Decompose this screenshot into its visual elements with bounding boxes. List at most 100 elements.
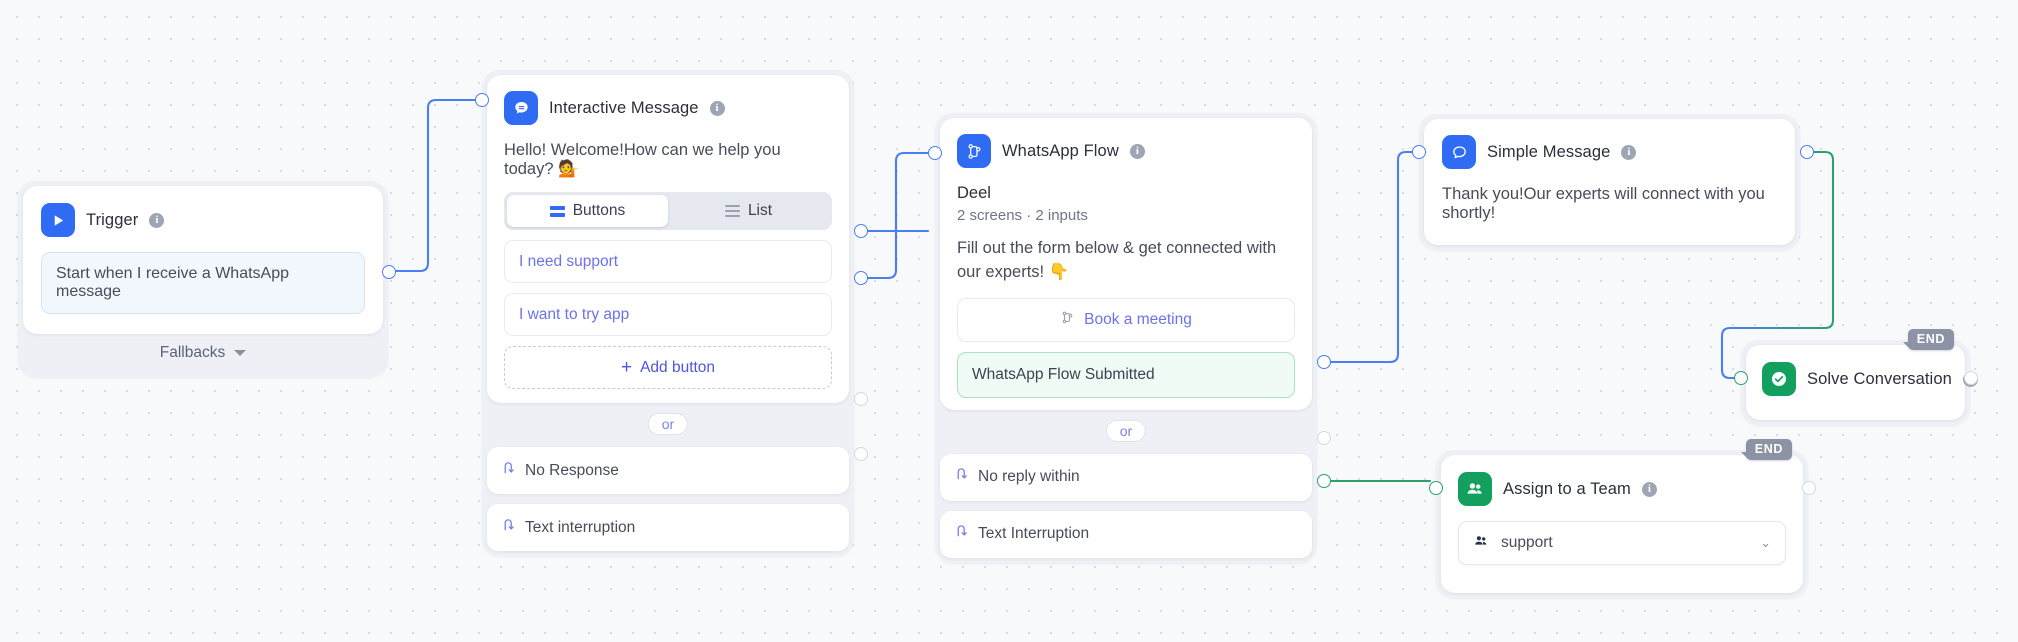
whatsapp-flow-meta: 2 screens · 2 inputs — [957, 207, 1088, 224]
solve-conversation-input-port[interactable] — [1734, 371, 1748, 385]
chat-bubble-icon — [504, 91, 538, 125]
or-label: or — [647, 413, 689, 435]
whatsapp-flow-submitted-row[interactable]: WhatsApp Flow Submitted — [957, 351, 1295, 398]
fallback-no-reply-within[interactable]: No reply within — [940, 453, 1312, 501]
flow-branch-icon — [1060, 310, 1075, 330]
tab-buttons[interactable]: Buttons — [507, 195, 668, 227]
fallback-no-reply-output-port[interactable] — [1317, 431, 1331, 445]
tab-list-label: List — [747, 202, 773, 219]
info-icon[interactable]: i — [1621, 144, 1637, 160]
whatsapp-flow-input-port[interactable] — [928, 146, 942, 160]
simple-message-output-port[interactable] — [1800, 145, 1814, 159]
assign-team-header: Assign to a Team i — [1458, 472, 1786, 506]
fallbacks-label: Fallbacks — [159, 344, 226, 361]
info-icon[interactable]: i — [1641, 481, 1657, 497]
interactive-message-input-port[interactable] — [475, 93, 489, 107]
message-type-tabs[interactable]: Buttons List — [504, 192, 832, 230]
return-arrow-icon — [955, 524, 969, 544]
whatsapp-flow-submitted-label: WhatsApp Flow Submitted — [972, 365, 1155, 383]
trigger-output-port[interactable] — [382, 265, 396, 279]
node-trigger[interactable]: Trigger i Start when I receive a WhatsAp… — [18, 181, 396, 377]
trigger-shell: Trigger i Start when I receive a WhatsAp… — [18, 181, 388, 377]
interactive-message-or-divider: or — [487, 413, 849, 437]
list-icon — [724, 205, 740, 217]
interactive-message-shell: Interactive Message i Hello! Welcome!How… — [482, 70, 854, 556]
interactive-message-header: Interactive Message i — [504, 91, 832, 125]
node-assign-to-a-team[interactable]: END Assign to a Team i support ⌄ — [1429, 439, 1816, 598]
fallback-text-interruption-output-port[interactable] — [1317, 474, 1331, 488]
assign-team-shell: END Assign to a Team i support ⌄ — [1436, 439, 1808, 598]
fallback-text-interruption-output-port[interactable] — [854, 447, 868, 461]
fallback-no-response-output-port[interactable] — [854, 392, 868, 406]
interactive-message-text[interactable]: Hello! Welcome!How can we help you today… — [504, 141, 832, 179]
interactive-message-card[interactable]: Interactive Message i Hello! Welcome!How… — [487, 75, 849, 403]
check-circle-icon — [1762, 362, 1796, 396]
solve-conversation-title: Solve Conversation — [1807, 369, 1952, 388]
info-icon[interactable]: i — [1129, 143, 1145, 159]
whatsapp-flow-card[interactable]: WhatsApp Flow i Deel 2 screens · 2 input… — [940, 118, 1312, 410]
option-button-1[interactable]: I need support — [504, 240, 832, 283]
return-arrow-icon — [502, 461, 516, 481]
tab-list[interactable]: List — [668, 195, 829, 227]
whatsapp-flow-or-divider: or — [940, 419, 1312, 444]
info-icon[interactable]: i — [709, 100, 725, 116]
assign-team-input-port[interactable] — [1429, 481, 1443, 495]
book-a-meeting-button[interactable]: Book a meeting — [957, 297, 1295, 342]
assign-team-output-port[interactable] — [1802, 481, 1816, 495]
interactive-message-title: Interactive Message — [549, 98, 699, 117]
whatsapp-flow-title: WhatsApp Flow — [1002, 141, 1119, 160]
add-button[interactable]: + Add button — [504, 346, 832, 389]
solve-conversation-header: Solve Conversation i — [1762, 362, 1978, 396]
node-whatsapp-flow[interactable]: WhatsApp Flow i Deel 2 screens · 2 input… — [928, 113, 1331, 563]
whatsapp-flow-name: Deel — [957, 184, 991, 202]
fallback-text-interruption-label: Text interruption — [525, 518, 636, 536]
add-button-label: Add button — [640, 358, 716, 376]
fallback-no-response-label: No Response — [525, 461, 619, 479]
solve-conversation-output-port[interactable] — [1964, 371, 1978, 385]
option-button-1-label: I need support — [519, 252, 619, 270]
fallback-text-interruption[interactable]: Text Interruption — [940, 510, 1312, 558]
play-icon — [41, 203, 75, 237]
simple-message-shell: Simple Message i Thank you!Our experts w… — [1419, 114, 1800, 250]
fallback-no-reply-within-label: No reply within — [978, 468, 1080, 486]
team-select-value: support — [1501, 534, 1553, 551]
team-select[interactable]: support ⌄ — [1458, 521, 1786, 565]
solve-conversation-shell: END Solve Conversation i — [1741, 329, 1978, 425]
flow-branch-icon — [957, 134, 991, 168]
option-button-2-label: I want to try app — [519, 305, 630, 323]
people-icon — [1458, 472, 1492, 506]
fallback-text-interruption-label: Text Interruption — [978, 525, 1090, 543]
simple-message-header: Simple Message i — [1442, 135, 1777, 169]
trigger-fallbacks-toggle[interactable]: Fallbacks — [23, 334, 383, 372]
return-arrow-icon — [955, 467, 969, 487]
trigger-title: Trigger — [86, 210, 139, 229]
simple-message-card[interactable]: Simple Message i Thank you!Our experts w… — [1424, 119, 1795, 245]
or-label: or — [1105, 419, 1147, 442]
trigger-condition-field[interactable]: Start when I receive a WhatsApp message — [41, 252, 365, 314]
info-icon[interactable]: i — [149, 212, 165, 228]
node-simple-message[interactable]: Simple Message i Thank you!Our experts w… — [1412, 114, 1814, 250]
simple-message-input-port[interactable] — [1412, 145, 1426, 159]
whatsapp-flow-header: WhatsApp Flow i — [957, 134, 1295, 168]
trigger-card[interactable]: Trigger i Start when I receive a WhatsAp… — [23, 186, 383, 334]
simple-message-text[interactable]: Thank you!Our experts will connect with … — [1442, 185, 1777, 223]
fallback-text-interruption[interactable]: Text interruption — [487, 504, 849, 551]
node-interactive-message[interactable]: Interactive Message i Hello! Welcome!How… — [475, 70, 868, 556]
tab-buttons-label: Buttons — [572, 202, 626, 219]
assign-team-card[interactable]: Assign to a Team i support ⌄ — [1441, 455, 1803, 593]
option-button-2[interactable]: I want to try app — [504, 293, 832, 336]
solve-conversation-card[interactable]: Solve Conversation i — [1746, 345, 1978, 420]
option-1-output-port[interactable] — [854, 224, 868, 238]
return-arrow-icon — [502, 518, 516, 538]
whatsapp-flow-submitted-output-port[interactable] — [1317, 355, 1331, 369]
trigger-header: Trigger i — [41, 203, 365, 237]
node-solve-conversation[interactable]: END Solve Conversation i — [1734, 329, 1978, 425]
option-2-output-port[interactable] — [854, 271, 868, 285]
fallback-no-response[interactable]: No Response — [487, 447, 849, 494]
chevron-down-icon[interactable]: ⌄ — [1760, 535, 1771, 551]
whatsapp-flow-shell: WhatsApp Flow i Deel 2 screens · 2 input… — [935, 113, 1317, 563]
flow-canvas[interactable]: Trigger i Start when I receive a WhatsAp… — [0, 0, 2018, 642]
whatsapp-flow-description[interactable]: Fill out the form below & get connected … — [957, 237, 1295, 285]
simple-message-title: Simple Message — [1487, 142, 1611, 161]
end-badge: END — [1902, 329, 1954, 350]
